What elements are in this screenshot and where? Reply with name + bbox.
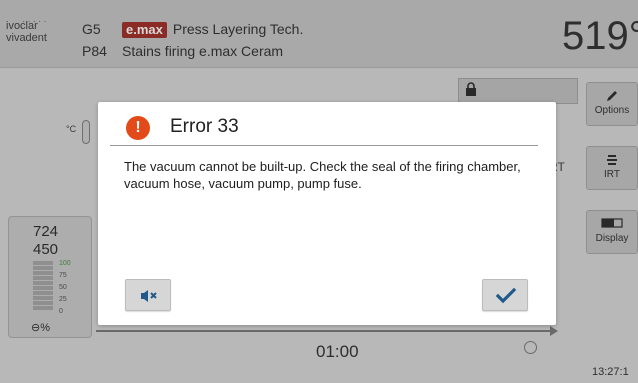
timeline-arrow xyxy=(96,326,558,336)
irt-button[interactable]: IRT xyxy=(586,146,638,190)
program-number: P84 xyxy=(82,43,107,59)
program-info: e.max Press Layering Tech. Stains firing … xyxy=(122,18,303,62)
mute-button[interactable] xyxy=(125,279,171,311)
dialog-divider xyxy=(110,145,538,146)
current-temperature: 519° xyxy=(562,14,638,58)
display-toggle-icon xyxy=(587,217,637,231)
logo-text-line2: vivadent xyxy=(6,32,47,44)
gauge-unit-text: % xyxy=(40,322,50,334)
group-number: G5 xyxy=(82,21,101,37)
display-button[interactable]: Display xyxy=(586,210,638,254)
irt-label: IRT xyxy=(604,169,620,180)
error-dialog: ! Error 33 The vacuum cannot be built-up… xyxy=(98,102,556,325)
pencil-icon xyxy=(587,89,637,103)
gauge-unit: ⊖% xyxy=(31,321,50,334)
tick-label: 25 xyxy=(59,296,67,303)
program-title: Press Layering Tech. xyxy=(172,21,304,37)
checkmark-icon xyxy=(495,287,517,304)
display-label: Display xyxy=(595,233,629,244)
vacuum-icon: ⊖ xyxy=(31,322,41,334)
tick-label: 75 xyxy=(59,272,67,279)
error-message: The vacuum cannot be built-up. Check the… xyxy=(124,159,521,191)
lock-icon[interactable] xyxy=(465,82,477,99)
thermometer-icon xyxy=(82,120,90,144)
vacuum-gauge: 724 450 100 75 50 25 0 ⊖% xyxy=(8,216,92,338)
tick-label: 100 xyxy=(59,260,71,267)
tick-label: 50 xyxy=(59,284,67,291)
brand-logo: ····· ivoclar vivadent xyxy=(6,16,74,44)
header-bar: ····· ivoclar vivadent G5 P84 e.max Press… xyxy=(0,0,638,68)
process-time: 01:00 xyxy=(316,342,359,361)
brand-badge: e.max xyxy=(122,22,167,38)
clock-time: 13:27:1 xyxy=(592,366,629,378)
temperature-unit: °C xyxy=(66,124,77,134)
gauge-value-top: 724 xyxy=(33,223,59,240)
options-button[interactable]: Options xyxy=(586,82,638,126)
clock-icon xyxy=(524,341,537,354)
options-label: Options xyxy=(594,105,630,116)
dialog-title: Error 33 xyxy=(170,116,239,137)
error-icon: ! xyxy=(126,116,150,140)
lock-bar[interactable] xyxy=(458,78,578,104)
gauge-value-bottom: 450 xyxy=(33,241,59,258)
speaker-mute-icon xyxy=(141,290,157,302)
program-subtitle: Stains firing e.max Ceram xyxy=(122,43,284,59)
gauge-scale xyxy=(33,261,53,317)
gauge-ticks: 100 75 50 25 0 xyxy=(59,258,71,318)
tick-label: 0 xyxy=(59,308,63,315)
coil-icon xyxy=(587,153,637,167)
program-ids: G5 P84 xyxy=(82,18,107,62)
confirm-button[interactable] xyxy=(482,279,528,311)
